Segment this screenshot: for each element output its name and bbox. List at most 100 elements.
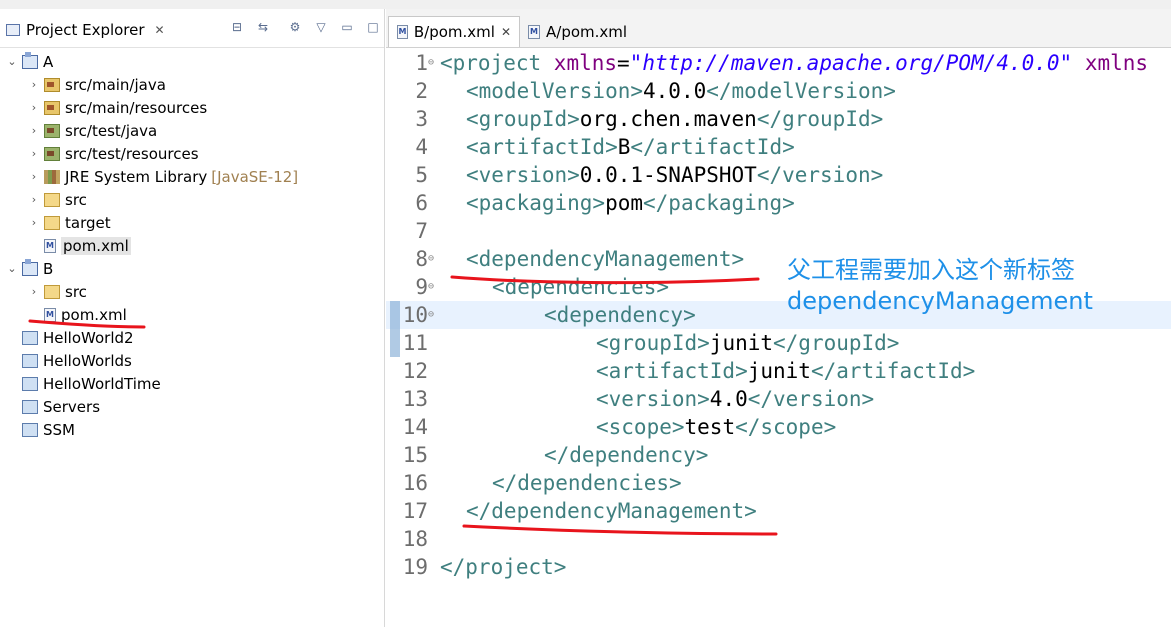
xml-tag: </project> [440,555,567,579]
minimize-icon[interactable]: ▭ [341,21,353,33]
collapsed-chevron-icon[interactable]: › [28,285,40,298]
xml-text: 0.0.1-SNAPSHOT [579,163,757,187]
expanded-chevron-icon[interactable]: ⌄ [6,55,18,68]
code-line[interactable]: 19 </project> [386,553,1171,581]
line-number: 9 [415,275,428,299]
xml-text: pom [605,191,644,215]
tab-a-pom[interactable]: M A/pom.xml [520,16,640,47]
xml-tag: <packaging> [466,191,606,215]
expanded-chevron-icon[interactable]: ⌄ [6,262,18,275]
tree-item[interactable]: › src/test/resources [28,142,199,165]
tree-item-label: src/test/resources [65,144,199,163]
code-text: <project xmlns="http://maven.apache.org/… [440,49,1148,77]
collapsed-chevron-icon[interactable]: › [28,101,40,114]
tree-item[interactable]: Servers [6,395,100,418]
link-with-editor-icon[interactable]: ⇆ [257,21,269,33]
maven-file-icon: M [44,238,56,253]
tree-item-label: src [65,282,87,301]
folder-icon [44,215,60,230]
tree-item[interactable]: › src/main/java [28,73,166,96]
code-text: <artifactId>B</artifactId> [466,133,795,161]
tree-item[interactable]: Mpom.xml [28,234,131,257]
fold-toggle-icon[interactable]: ⊖ [428,301,438,329]
annotation-line-2: dependencyManagement [787,287,1093,315]
xml-tag: <groupId> [596,331,710,355]
collapsed-chevron-icon[interactable]: › [28,147,40,160]
line-number: 8 [415,247,428,271]
tree-item[interactable]: › src/test/java [28,119,157,142]
collapsed-chevron-icon[interactable]: › [28,170,40,183]
fold-toggle-icon[interactable]: ⊖ [428,49,438,77]
code-line[interactable]: 4 <artifactId>B</artifactId> [386,133,1171,161]
red-underline-dm-open [450,275,760,285]
fold-toggle-icon[interactable]: ⊖ [428,245,438,273]
tree-item[interactable]: HelloWorldTime [6,372,161,395]
xml-tag: </scope> [735,415,837,439]
code-line[interactable]: 7 [386,217,1171,245]
collapsed-chevron-icon[interactable]: › [28,124,40,137]
tab-label: Project Explorer [26,21,145,39]
xml-text: test [684,415,736,439]
xml-text: 4.0.0 [643,79,707,103]
tree-item-label: src/main/resources [65,98,208,117]
code-text: </dependencies> [492,469,682,497]
code-line[interactable]: 3 <groupId>org.chen.maven</groupId> [386,105,1171,133]
tree-item-label: JRE System Library [65,167,208,186]
tree-item[interactable]: SSM [6,418,75,441]
xml-tag: </modelVersion> [706,79,896,103]
code-line[interactable]: 1 ⊖ <project xmlns="http://maven.apache.or… [386,49,1171,77]
tree-item[interactable]: ⌄ A [6,50,53,73]
closed-project-icon [22,330,38,345]
tab-label: B/pom.xml [413,23,495,41]
code-line[interactable]: 14 <scope>test</scope> [386,413,1171,441]
code-line[interactable]: 2 <modelVersion>4.0.0</modelVersion> [386,77,1171,105]
code-line[interactable]: 5 <version>0.0.1-SNAPSHOT</version> [386,161,1171,189]
code-line[interactable]: 17 </dependencyManagement> [386,497,1171,525]
xml-tag: </packaging> [643,191,795,215]
test-source-folder-icon [44,146,60,161]
code-text: <packaging>pom</packaging> [466,189,795,217]
tree-item[interactable]: HelloWorlds [6,349,132,372]
code-line[interactable]: 15 </dependency> [386,441,1171,469]
tree-item[interactable]: › target [28,211,111,234]
source-folder-icon [44,100,60,115]
fold-toggle-icon[interactable]: ⊖ [428,273,438,301]
code-line[interactable]: 16 </dependencies> [386,469,1171,497]
red-underline-pom [28,319,146,329]
line-number: 15 [402,443,428,467]
tree-item-label: B [43,259,54,278]
code-text: <dependency> [544,301,696,329]
tree-item-label: A [43,52,54,71]
filters-icon[interactable]: ⚙ [289,21,301,33]
code-line[interactable]: 11 <groupId>junit</groupId> [386,329,1171,357]
code-text: <version>4.0</version> [596,385,874,413]
tree-item[interactable]: › src [28,188,87,211]
collapsed-chevron-icon[interactable]: › [28,193,40,206]
line-number: 4 [415,135,428,159]
close-icon[interactable]: ✕ [155,23,165,37]
code-line[interactable]: 13 <version>4.0</version> [386,385,1171,413]
tree-item[interactable]: ⌄ B [6,257,53,280]
collapsed-chevron-icon[interactable]: › [28,216,40,229]
view-menu-icon[interactable]: ▽ [315,21,327,33]
tree-item[interactable]: › JRE System Library [JavaSE-12] [28,165,298,188]
close-icon[interactable]: ✕ [501,25,511,39]
code-line[interactable]: 6 <packaging>pom</packaging> [386,189,1171,217]
tree-item-label: pom.xml [61,236,131,255]
collapse-all-icon[interactable]: ⊟ [231,21,243,33]
line-number: 7 [415,219,428,243]
closed-project-icon [22,399,38,414]
collapsed-chevron-icon[interactable]: › [28,78,40,91]
code-line[interactable]: 12 <artifactId>junit</artifactId> [386,357,1171,385]
tree-item[interactable]: › src [28,280,87,303]
tree-item[interactable]: › src/main/resources [28,96,207,119]
tab-project-explorer[interactable]: Project Explorer ✕ [0,15,168,45]
tab-b-pom[interactable]: M B/pom.xml ✕ [388,16,520,47]
xml-tag: </dependencyManagement> [466,499,757,523]
maximize-icon[interactable]: □ [367,21,379,33]
line-number: 14 [402,415,428,439]
tab-label: A/pom.xml [546,22,628,41]
project-icon [22,51,38,69]
closed-project-icon [22,422,38,437]
line-number: 3 [415,107,428,131]
